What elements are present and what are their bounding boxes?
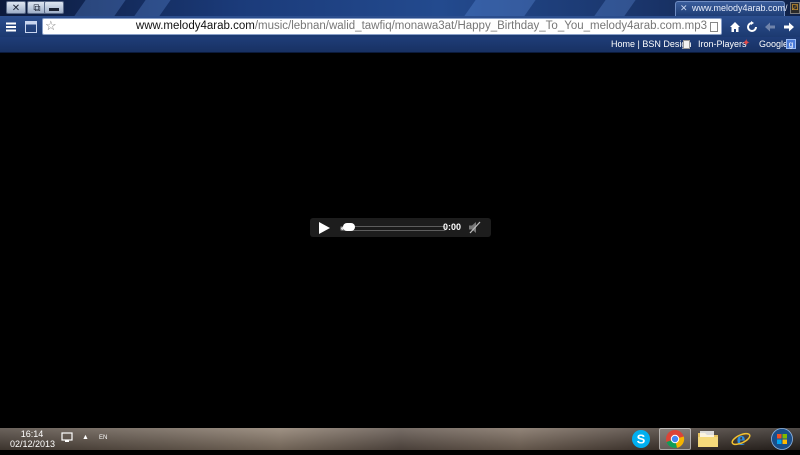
bookmark-star-icon: ✦ — [742, 38, 751, 49]
start-button[interactable] — [766, 428, 798, 450]
taskbar-chrome[interactable] — [659, 428, 691, 450]
tab-title: www.melody4arab.com/ — [692, 3, 788, 13]
svg-text:e: e — [737, 429, 745, 449]
show-hidden-icons-icon[interactable]: ▲ — [82, 434, 89, 441]
volume-muted-icon — [469, 221, 481, 234]
taskbar: 16:14 02/12/2013 ▲ EN S e — [0, 428, 800, 450]
taskbar-skype[interactable]: S — [625, 428, 657, 450]
url-text[interactable]: www.melody4arab.com/music/lebnan/walid_t… — [136, 20, 707, 32]
titlebar-decoration — [134, 0, 171, 16]
tab-close-icon[interactable]: ✕ — [680, 2, 688, 15]
seek-bar[interactable] — [340, 226, 446, 231]
back-icon[interactable] — [762, 18, 778, 35]
browser-tab[interactable]: ✕ www.melody4arab.com/ — [675, 1, 788, 16]
url-path: /music/lebnan/walid_tawfiq/monawa3at/Hap… — [254, 20, 707, 32]
language-indicator[interactable]: EN — [99, 435, 107, 441]
taskbar-explorer[interactable] — [692, 428, 724, 450]
address-bar[interactable]: ☆ www.melody4arab.com/music/lebnan/walid… — [42, 18, 722, 35]
play-icon — [319, 222, 330, 234]
page-icon — [710, 22, 718, 32]
bookmark-iron-players[interactable]: Iron-Players — [698, 38, 747, 51]
close-icon: ✕ — [11, 3, 21, 14]
restore-icon: ⧉ — [33, 3, 41, 14]
action-center-icon[interactable] — [61, 432, 73, 445]
taskbar-internet-explorer[interactable]: e — [725, 428, 757, 450]
star-icon[interactable]: ☆ — [45, 18, 57, 34]
titlebar-decoration — [464, 0, 536, 16]
home-icon[interactable] — [727, 18, 743, 35]
clock-date: 02/12/2013 — [10, 439, 56, 449]
bookmarks-bar: Home | BSN Design Iron-Players ✦ Google … — [0, 37, 800, 53]
titlebar-decoration — [74, 0, 126, 16]
svg-text:S: S — [637, 432, 646, 447]
url-host: www.melody4arab.com — [135, 20, 255, 32]
start-orb-icon — [771, 428, 793, 450]
internet-explorer-icon: e — [731, 429, 751, 450]
skype-icon: S — [632, 430, 650, 448]
forward-icon[interactable] — [781, 18, 797, 35]
play-button[interactable] — [319, 220, 330, 238]
titlebar-decoration — [594, 0, 636, 16]
extension-icon[interactable]: ⚂ — [790, 2, 800, 14]
window-titlebar: ✕ ⧉ ▬ ✕ www.melody4arab.com/ ⚂ — [0, 0, 800, 16]
system-clock[interactable]: 16:14 02/12/2013 — [10, 429, 56, 449]
reload-icon[interactable] — [744, 18, 760, 35]
tabs-icon[interactable] — [23, 18, 39, 35]
menu-icon[interactable] — [3, 18, 19, 35]
bookmark-google[interactable]: Google — [759, 38, 788, 51]
close-window-button[interactable]: ✕ — [6, 1, 26, 14]
bookmark-page-icon — [683, 40, 690, 49]
mute-button[interactable] — [468, 221, 482, 234]
minimize-icon: ▬ — [49, 3, 59, 14]
bookmark-home-bsn-design[interactable]: Home | BSN Design — [611, 38, 691, 51]
seek-thumb[interactable] — [343, 223, 355, 231]
chrome-icon — [666, 430, 685, 449]
folder-icon — [698, 431, 718, 447]
minimize-window-button[interactable]: ▬ — [44, 1, 64, 14]
audio-player: 0:00 — [310, 218, 491, 237]
current-time: 0:00 — [443, 222, 462, 232]
google-icon: g — [786, 39, 796, 49]
clock-time: 16:14 — [20, 429, 44, 439]
